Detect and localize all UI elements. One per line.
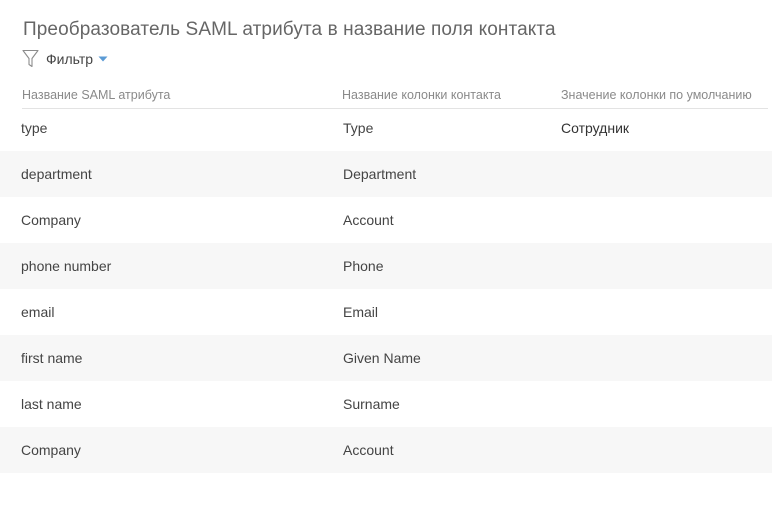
cell-contact-column: Given Name: [343, 350, 421, 366]
cell-saml-attribute: Company: [21, 442, 81, 458]
cell-saml-attribute: type: [21, 120, 48, 136]
cell-saml-attribute: department: [21, 166, 92, 182]
cell-saml-attribute: Company: [21, 212, 81, 228]
cell-contact-column: Email: [343, 304, 379, 320]
table-row[interactable]: Company Account: [0, 427, 772, 473]
cell-contact-column: Surname: [343, 396, 400, 412]
cell-saml-attribute: first name: [21, 350, 83, 366]
column-header-default-value[interactable]: Значение колонки по умолчанию: [561, 88, 752, 102]
cell-contact-column: Phone: [343, 258, 384, 274]
cell-contact-column: Account: [343, 442, 394, 458]
caret-down-icon: [98, 56, 108, 62]
cell-default-value: Сотрудник: [561, 120, 630, 136]
column-header-saml-attribute[interactable]: Название SAML атрибута: [22, 88, 170, 102]
column-header-contact-column[interactable]: Название колонки контакта: [342, 88, 501, 102]
table-row[interactable]: department Department: [0, 151, 772, 197]
grid-rows: type Type Сотрудник department Departmen…: [0, 105, 772, 473]
table-row[interactable]: phone number Phone: [0, 243, 772, 289]
table-row[interactable]: first name Given Name: [0, 335, 772, 381]
filter-button[interactable]: Фильтр: [22, 48, 108, 70]
filter-funnel-icon: [22, 49, 39, 68]
table-row[interactable]: email Email: [0, 289, 772, 335]
filter-label: Фильтр: [46, 51, 94, 67]
cell-saml-attribute: phone number: [21, 258, 112, 274]
cell-saml-attribute: email: [21, 304, 55, 320]
cell-contact-column: Account: [343, 212, 394, 228]
table-row[interactable]: type Type Сотрудник: [0, 105, 772, 151]
cell-contact-column: Type: [343, 120, 374, 136]
table-row[interactable]: Company Account: [0, 197, 772, 243]
page-title: Преобразователь SAML атрибута в название…: [23, 18, 556, 40]
cell-saml-attribute: last name: [21, 396, 82, 412]
table-row[interactable]: last name Surname: [0, 381, 772, 427]
cell-contact-column: Department: [343, 166, 417, 182]
